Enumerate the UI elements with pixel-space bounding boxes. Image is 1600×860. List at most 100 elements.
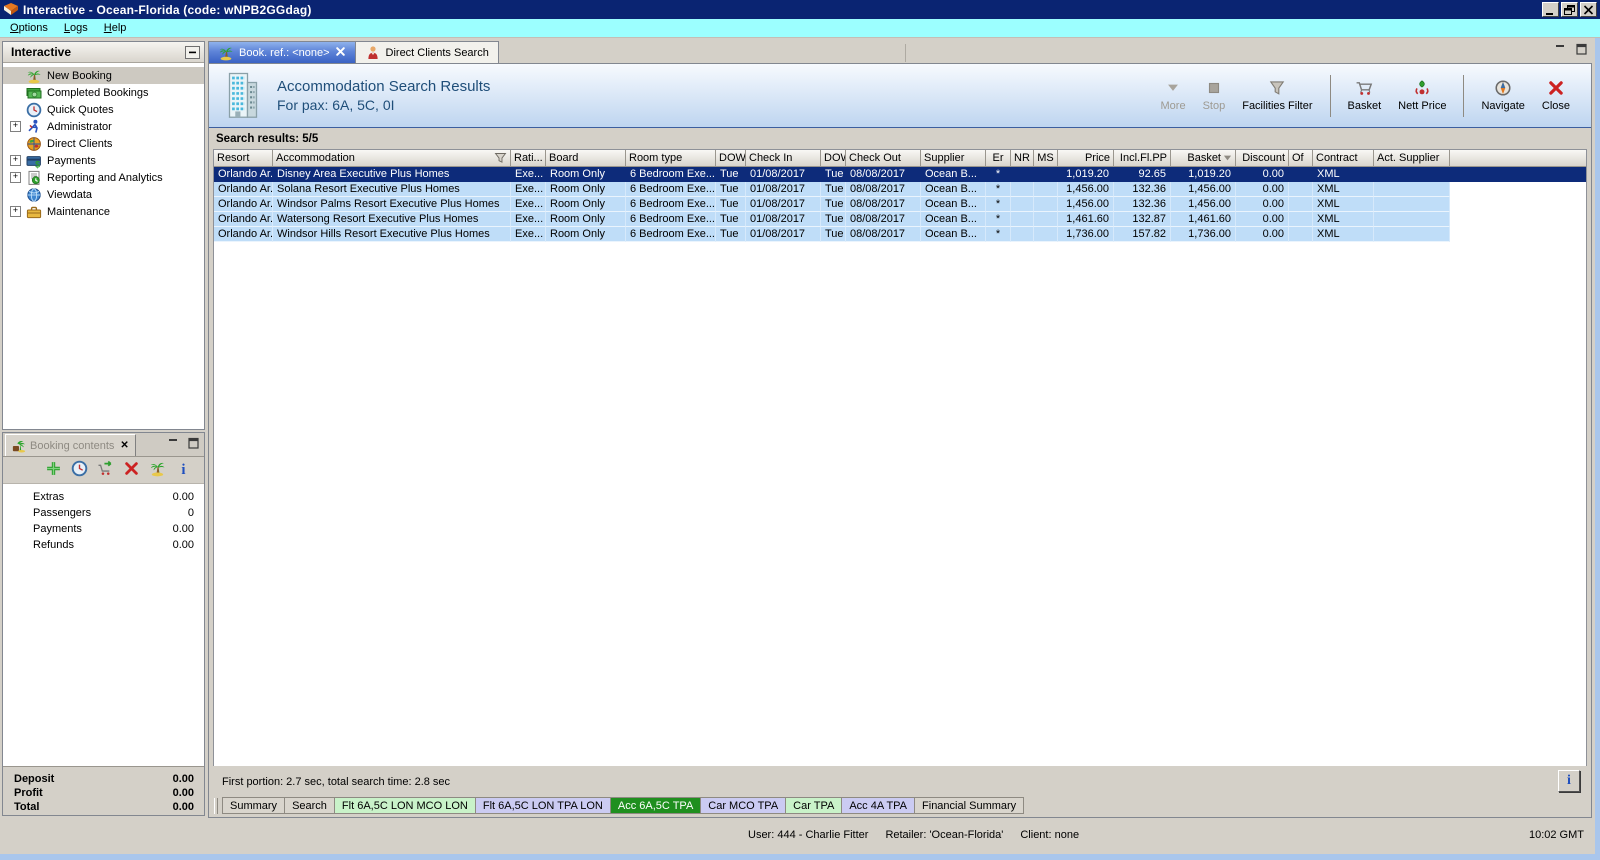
tab-direct-clients-search[interactable]: Direct Clients Search [355, 41, 499, 63]
sidebar-item-direct-clients[interactable]: Direct Clients [3, 135, 204, 152]
sidebar-item-reporting-and-analytics[interactable]: + Reporting and Analytics [3, 169, 204, 186]
person-icon [26, 119, 42, 135]
expand-icon[interactable]: + [10, 206, 21, 217]
tab-label: Book. ref.: <none> [239, 46, 330, 59]
portion-tab-car-mco-tpa[interactable]: Car MCO TPA [700, 797, 787, 814]
portion-tab-flt-6a-5c-lon-mco-lon[interactable]: Flt 6A,5C LON MCO LON [333, 797, 476, 814]
expand-icon[interactable]: + [10, 155, 21, 166]
portion-tab-car-tpa[interactable]: Car TPA [785, 797, 843, 814]
cell-supplier: Ocean B... [921, 212, 986, 227]
column-header-check-in[interactable]: Check In [746, 150, 821, 167]
sidebar-item-maintenance[interactable]: + Maintenance [3, 203, 204, 220]
tab-label: Car TPA [793, 799, 835, 812]
close-booking-panel-icon[interactable]: ✕ [120, 440, 128, 451]
portion-tab-search[interactable]: Search [284, 797, 335, 814]
column-header-rati[interactable]: Rati... [511, 150, 546, 167]
sidebar-item-administrator[interactable]: + Administrator [3, 118, 204, 135]
transfer-basket-button[interactable] [97, 460, 114, 480]
item-label: Refunds [33, 539, 74, 551]
total-value: 0.00 [172, 787, 194, 799]
table-row[interactable]: Orlando Ar...Solana Resort Executive Plu… [214, 182, 1586, 197]
info-button[interactable]: i [1558, 770, 1580, 792]
cell-resort: Orlando Ar... [214, 167, 273, 182]
page-subtitle: For pax: 6A, 5C, 0I [277, 97, 395, 113]
sidebar-item-quick-quotes[interactable]: Quick Quotes [3, 101, 204, 118]
column-header-of[interactable]: Of [1289, 150, 1313, 167]
maximize-panel-icon[interactable] [187, 437, 200, 449]
nett-price-icon [1412, 79, 1432, 97]
minimize-button[interactable] [1542, 2, 1559, 17]
column-header-nr[interactable]: NR [1011, 150, 1034, 167]
close-tab-icon[interactable] [335, 46, 346, 60]
minimize-panel-icon[interactable] [167, 437, 180, 449]
menu-logs[interactable]: Logs [56, 20, 96, 36]
column-header-dow[interactable]: DOW [716, 150, 746, 167]
main-body: Accommodation Search Results For pax: 6A… [208, 63, 1592, 818]
restore-button[interactable] [1561, 2, 1578, 17]
sidebar-item-new-booking[interactable]: New Booking [3, 67, 204, 84]
cell-price: 1,456.00 [1058, 182, 1114, 197]
navigate-button[interactable]: Navigate [1474, 77, 1531, 114]
booking-item-payments: Payments 0.00 [3, 521, 204, 537]
window-title: Interactive - Ocean-Florida (code: wNPB2… [23, 2, 312, 17]
column-header-price[interactable]: Price [1058, 150, 1114, 167]
table-row[interactable]: Orlando Ar...Disney Area Executive Plus … [214, 167, 1586, 182]
facilities-filter-button[interactable]: Facilities Filter [1235, 77, 1319, 114]
booking-totals: Deposit 0.00 Profit 0.00 Total 0.00 [3, 766, 204, 815]
more-icon [1163, 79, 1183, 97]
results-table: Resort Accommodation Rati... Board Room type… [213, 149, 1587, 766]
column-header-act-supplier[interactable]: Act. Supplier [1374, 150, 1450, 167]
table-header-row: Resort Accommodation Rati... Board Room type… [214, 150, 1586, 167]
quick-quote-button[interactable] [71, 460, 88, 480]
column-header-accommodation[interactable]: Accommodation [273, 150, 511, 167]
cell-er: * [986, 167, 1011, 182]
table-row[interactable]: Orlando Ar...Watersong Resort Executive … [214, 212, 1586, 227]
status-bar-text: User: 444 - Charlie Fitter Retailer: 'Oce… [748, 829, 1079, 841]
total-label: Total [14, 801, 40, 813]
column-header-supplier[interactable]: Supplier [921, 150, 986, 167]
close-button[interactable]: Close [1535, 77, 1577, 114]
tab-book-ref-none[interactable]: Book. ref.: <none> [208, 41, 356, 63]
table-row[interactable]: Orlando Ar...Windsor Hills Resort Execut… [214, 227, 1586, 242]
column-header-er[interactable]: Er [986, 150, 1011, 167]
table-row[interactable]: Orlando Ar...Windsor Palms Resort Execut… [214, 197, 1586, 212]
portion-tab-financial-summary[interactable]: Financial Summary [914, 797, 1025, 814]
menu-options[interactable]: Options [2, 20, 56, 36]
basket-button[interactable]: Basket [1341, 77, 1389, 114]
minimize-panel-icon[interactable] [1554, 43, 1567, 55]
item-label: Payments [33, 523, 82, 535]
portion-tab-acc-4a-tpa[interactable]: Acc 4A TPA [841, 797, 916, 814]
sidebar-item-payments[interactable]: + $ Payments [3, 152, 204, 169]
portion-tab-acc-6a-5c-tpa[interactable]: Acc 6A,5C TPA [609, 797, 702, 814]
column-header-basket[interactable]: Basket [1171, 150, 1236, 167]
collapse-panel-button[interactable] [185, 45, 200, 59]
sidebar-item-label: Viewdata [47, 188, 93, 201]
column-header-contract[interactable]: Contract [1313, 150, 1374, 167]
add-button[interactable] [45, 460, 62, 480]
menu-help[interactable]: Help [96, 20, 135, 36]
column-header-board[interactable]: Board [546, 150, 626, 167]
column-header-discount[interactable]: Discount [1236, 150, 1289, 167]
info-button[interactable]: i [175, 460, 192, 480]
column-header-incl-fl-pp[interactable]: Incl.Fl.PP [1114, 150, 1171, 167]
nett-price-button[interactable]: Nett Price [1391, 77, 1453, 114]
booking-contents-tab[interactable]: Booking contents ✕ [5, 434, 136, 456]
maximize-panel-icon[interactable] [1575, 43, 1588, 55]
cell-incl-fl-pp: 157.82 [1114, 227, 1171, 242]
column-header-resort[interactable]: Resort [214, 150, 273, 167]
portion-tab-summary[interactable]: Summary [222, 797, 286, 814]
cell-incl-fl-pp: 132.36 [1114, 182, 1171, 197]
new-booking-button[interactable] [149, 460, 166, 480]
delete-button[interactable] [123, 460, 140, 480]
portion-tab-flt-6a-5c-lon-tpa-lon[interactable]: Flt 6A,5C LON TPA LON [474, 797, 611, 814]
column-header-room-type[interactable]: Room type [626, 150, 716, 167]
cell-rati: Exe... [511, 182, 546, 197]
expand-icon[interactable]: + [10, 121, 21, 132]
close-window-button[interactable] [1580, 2, 1597, 17]
sidebar-item-completed-bookings[interactable]: Completed Bookings [3, 84, 204, 101]
expand-icon[interactable]: + [10, 172, 21, 183]
column-header-dow[interactable]: DOW [821, 150, 846, 167]
column-header-ms[interactable]: MS [1034, 150, 1058, 167]
column-header-check-out[interactable]: Check Out [846, 150, 921, 167]
sidebar-item-viewdata[interactable]: Viewdata [3, 186, 204, 203]
